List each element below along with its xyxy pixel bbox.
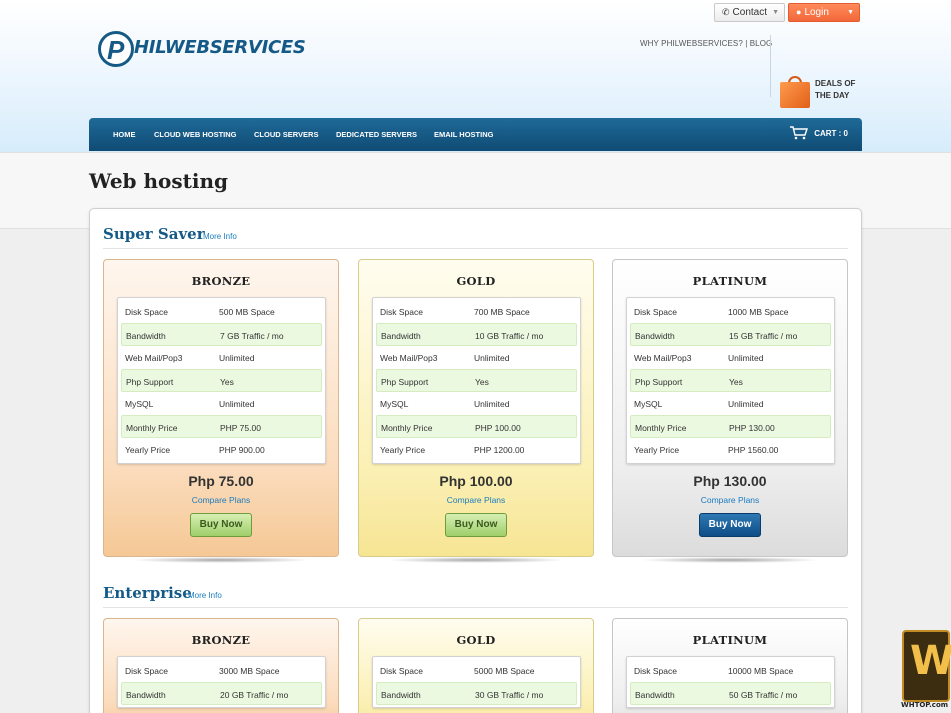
- spec-row: Monthly Price PHP 75.00: [121, 415, 322, 438]
- plan-price: Php 100.00: [439, 473, 513, 489]
- top-links[interactable]: WHY PHILWEBSERVICES? | BLOG: [640, 39, 772, 48]
- spec-row: Web Mail/Pop3 Unlimited: [380, 353, 510, 363]
- buy-now-button[interactable]: Buy Now: [445, 513, 507, 537]
- card-shadow: [131, 557, 311, 563]
- spec-table: Disk Space 10000 MB Space Bandwidth 50 GB …: [626, 656, 835, 708]
- spec-table: Disk Space 1000 MB Space Bandwidth 15 GB T…: [626, 297, 835, 464]
- spec-row: Php Support Yes: [376, 369, 577, 392]
- watermark-logo: W: [902, 630, 951, 702]
- login-dropdown[interactable]: ● Login ▼: [788, 3, 860, 22]
- plan-card-bronze: BRONZE Disk Space 3000 MB Space Bandwidth…: [103, 618, 339, 713]
- buy-now-button[interactable]: Buy Now: [190, 513, 252, 537]
- plan-name: PLATINUM: [692, 274, 768, 288]
- spec-table: Disk Space 700 MB Space Bandwidth 10 GB Tr…: [372, 297, 581, 464]
- user-icon: ●: [796, 7, 802, 17]
- plan-card-platinum: PLATINUM Disk Space 10000 MB Space Bandwi…: [612, 618, 848, 713]
- spec-row: Disk Space 10000 MB Space: [634, 666, 794, 676]
- compare-plans-link[interactable]: Compare Plans: [613, 495, 847, 505]
- plan-price: Php 75.00: [188, 473, 254, 489]
- header-divider: [770, 35, 771, 97]
- main-nav: HOME CLOUD WEB HOSTING CLOUD SERVERS DED…: [89, 118, 862, 151]
- plan-name: GOLD: [456, 633, 496, 647]
- spec-row: Bandwidth 15 GB Traffic / mo: [630, 323, 831, 346]
- contact-label: Contact: [732, 7, 768, 18]
- site-header: ✆ Contact ▼ ● Login ▼ P HILWEBSERVICES WHY…: [0, 0, 951, 152]
- compare-plans-link[interactable]: Compare Plans: [104, 495, 338, 505]
- spec-row: Yearly Price PHP 900.00: [125, 445, 265, 455]
- plan-card-gold: GOLD Disk Space 5000 MB Space Bandwidth 30…: [358, 618, 594, 713]
- spec-table: Disk Space 500 MB Space Bandwidth 7 GB Tra…: [117, 297, 326, 464]
- spec-row: Web Mail/Pop3 Unlimited: [634, 353, 764, 363]
- plan-card-bronze: BRONZE Disk Space 500 MB Space Bandwidth 7…: [103, 259, 339, 557]
- plan-name: BRONZE: [191, 274, 251, 288]
- cart-link[interactable]: CART : 0: [814, 129, 848, 138]
- watermark-text: WHTOP.com: [901, 701, 949, 709]
- card-shadow: [640, 557, 820, 563]
- deals-of-the-day-link[interactable]: DEALS OF THE DAY: [815, 78, 855, 102]
- page-title: Web hosting: [89, 169, 229, 193]
- nav-cloud-servers[interactable]: CLOUD SERVERS: [254, 130, 318, 139]
- spec-row: Disk Space 5000 MB Space: [380, 666, 535, 676]
- chevron-down-icon: ▼: [847, 9, 854, 16]
- spec-row: Yearly Price PHP 1200.00: [380, 445, 525, 455]
- plan-card-gold: GOLD Disk Space 700 MB Space Bandwidth 10 …: [358, 259, 594, 557]
- plan-name: PLATINUM: [692, 633, 768, 647]
- plan-name: BRONZE: [191, 633, 251, 647]
- logo-mark: P: [98, 31, 134, 67]
- plan-price: Php 130.00: [693, 473, 767, 489]
- site-logo[interactable]: P HILWEBSERVICES: [98, 31, 324, 69]
- nav-email-hosting[interactable]: EMAIL HOSTING: [434, 130, 493, 139]
- spec-row: Bandwidth 10 GB Traffic / mo: [376, 323, 577, 346]
- nav-cloud-web-hosting[interactable]: CLOUD WEB HOSTING: [154, 130, 237, 139]
- cart-icon[interactable]: [790, 126, 808, 140]
- card-shadow: [386, 557, 566, 563]
- spec-row: Php Support Yes: [630, 369, 831, 392]
- whtop-watermark: W WHTOP.com: [899, 630, 951, 713]
- nav-dedicated-servers[interactable]: DEDICATED SERVERS: [336, 130, 417, 139]
- spec-row: MySQL Unlimited: [380, 399, 510, 409]
- spec-row: Disk Space 500 MB Space: [125, 307, 275, 317]
- spec-row: MySQL Unlimited: [125, 399, 255, 409]
- chevron-down-icon: ▼: [772, 9, 779, 16]
- login-label: Login: [804, 7, 829, 18]
- plan-name: GOLD: [456, 274, 496, 288]
- shopping-bag-icon[interactable]: [780, 76, 810, 108]
- spec-row: Php Support Yes: [121, 369, 322, 392]
- spec-row: Bandwidth 7 GB Traffic / mo: [121, 323, 322, 346]
- spec-row: Yearly Price PHP 1560.00: [634, 445, 779, 455]
- spec-row: Monthly Price PHP 130.00: [630, 415, 831, 438]
- buy-now-button[interactable]: Buy Now: [699, 513, 761, 537]
- spec-table: Disk Space 3000 MB Space Bandwidth 20 GB T…: [117, 656, 326, 708]
- section-header: Super Saver More Info: [103, 225, 848, 249]
- spec-row: Bandwidth 20 GB Traffic / mo: [121, 682, 322, 705]
- nav-home[interactable]: HOME: [113, 130, 136, 139]
- spec-row: MySQL Unlimited: [634, 399, 764, 409]
- spec-row: Disk Space 700 MB Space: [380, 307, 530, 317]
- spec-row: Web Mail/Pop3 Unlimited: [125, 353, 255, 363]
- spec-row: Bandwidth 30 GB Traffic / mo: [376, 682, 577, 705]
- section-header: Enterprise More Info: [103, 584, 848, 608]
- spec-row: Monthly Price PHP 100.00: [376, 415, 577, 438]
- spec-table: Disk Space 5000 MB Space Bandwidth 30 GB T…: [372, 656, 581, 708]
- contact-dropdown[interactable]: ✆ Contact ▼: [714, 3, 785, 22]
- spec-row: Disk Space 3000 MB Space: [125, 666, 280, 676]
- phone-icon: ✆: [722, 7, 730, 17]
- spec-row: Disk Space 1000 MB Space: [634, 307, 789, 317]
- section-title: Enterprise: [103, 584, 192, 602]
- spec-row: Bandwidth 50 GB Traffic / mo: [630, 682, 831, 705]
- logo-text: HILWEBSERVICES: [134, 37, 306, 58]
- more-info-link[interactable]: More Info: [188, 591, 222, 600]
- section-title: Super Saver: [103, 225, 205, 243]
- more-info-link[interactable]: More Info: [203, 232, 237, 241]
- compare-plans-link[interactable]: Compare Plans: [359, 495, 593, 505]
- plan-card-platinum: PLATINUM Disk Space 1000 MB Space Bandwid…: [612, 259, 848, 557]
